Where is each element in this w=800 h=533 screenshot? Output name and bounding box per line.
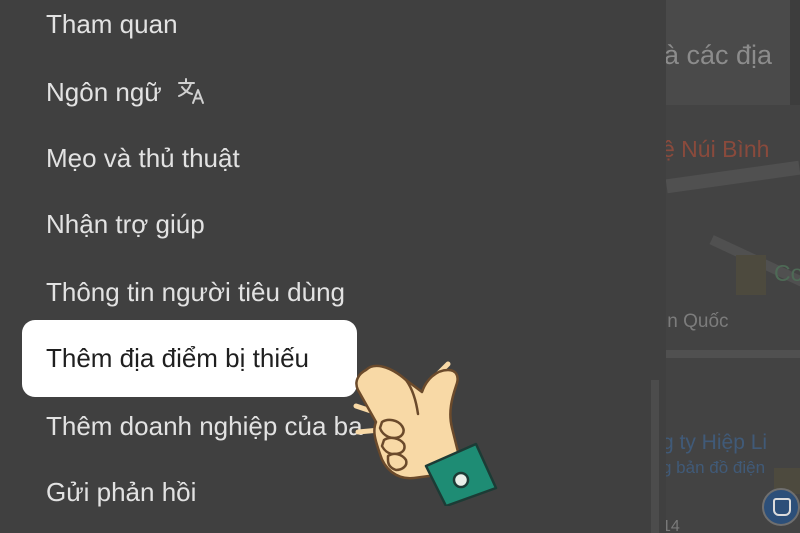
- search-bar-edge: [790, 0, 800, 105]
- menu-item-label: Mẹo và thủ thuật: [46, 143, 240, 173]
- menu-item-label: Ngôn ngữ: [46, 77, 162, 107]
- search-text: à các địa: [666, 40, 773, 70]
- map-street-label: ìn Quốc: [666, 311, 729, 332]
- menu-item-them-dia-diem-bi-thieu[interactable]: Thêm địa điểm bị thiếu: [22, 320, 357, 397]
- menu-item-label: Thêm doanh nghiệp của ba: [46, 411, 363, 441]
- menu-item-nhan-tro-giup[interactable]: Nhận trợ giúp: [46, 208, 205, 240]
- menu-item-tham-quan[interactable]: Tham quan: [46, 8, 178, 40]
- map-building: [736, 255, 766, 295]
- navigation-drawer: Tham quan Ngôn ngữ Mẹo và thủ thuật Nhận…: [0, 0, 666, 533]
- bag-icon: [773, 498, 791, 516]
- map-view[interactable]: à các địa ệ Núi Bình Co ìn Quốc g ty Hiệ…: [666, 0, 800, 533]
- map-road: [666, 160, 800, 194]
- menu-item-label: Tham quan: [46, 9, 178, 39]
- shopping-pin-icon[interactable]: [762, 488, 800, 526]
- map-street-number: 14: [666, 518, 680, 533]
- map-poi-label[interactable]: ệ Núi Bình: [666, 136, 769, 163]
- translate-icon: [177, 77, 207, 105]
- menu-item-label: Thêm địa điểm bị thiếu: [46, 343, 310, 373]
- map-poi-sublabel: g bản đồ điện: [666, 458, 766, 477]
- map-poi-label[interactable]: g ty Hiệp Li: [666, 431, 767, 455]
- pointing-hand-icon: [336, 356, 504, 508]
- menu-item-label: Gửi phản hồi: [46, 477, 197, 507]
- drawer-scrollbar[interactable]: [651, 380, 659, 533]
- search-bar[interactable]: à các địa: [666, 0, 800, 105]
- menu-item-label: Thông tin người tiêu dùng: [46, 277, 345, 307]
- map-road: [666, 350, 800, 358]
- menu-item-ngon-ngu[interactable]: Ngôn ngữ: [46, 76, 207, 108]
- menu-item-meo-va-thu-thuat[interactable]: Mẹo và thủ thuật: [46, 142, 240, 174]
- map-poi-label[interactable]: Co: [774, 260, 800, 287]
- menu-item-label: Nhận trợ giúp: [46, 209, 205, 239]
- menu-item-gui-phan-hoi[interactable]: Gửi phản hồi: [46, 476, 196, 508]
- menu-item-them-doanh-nghiep[interactable]: Thêm doanh nghiệp của ba: [46, 410, 363, 442]
- menu-item-thong-tin-nguoi-tieu-dung[interactable]: Thông tin người tiêu dùng: [46, 276, 345, 308]
